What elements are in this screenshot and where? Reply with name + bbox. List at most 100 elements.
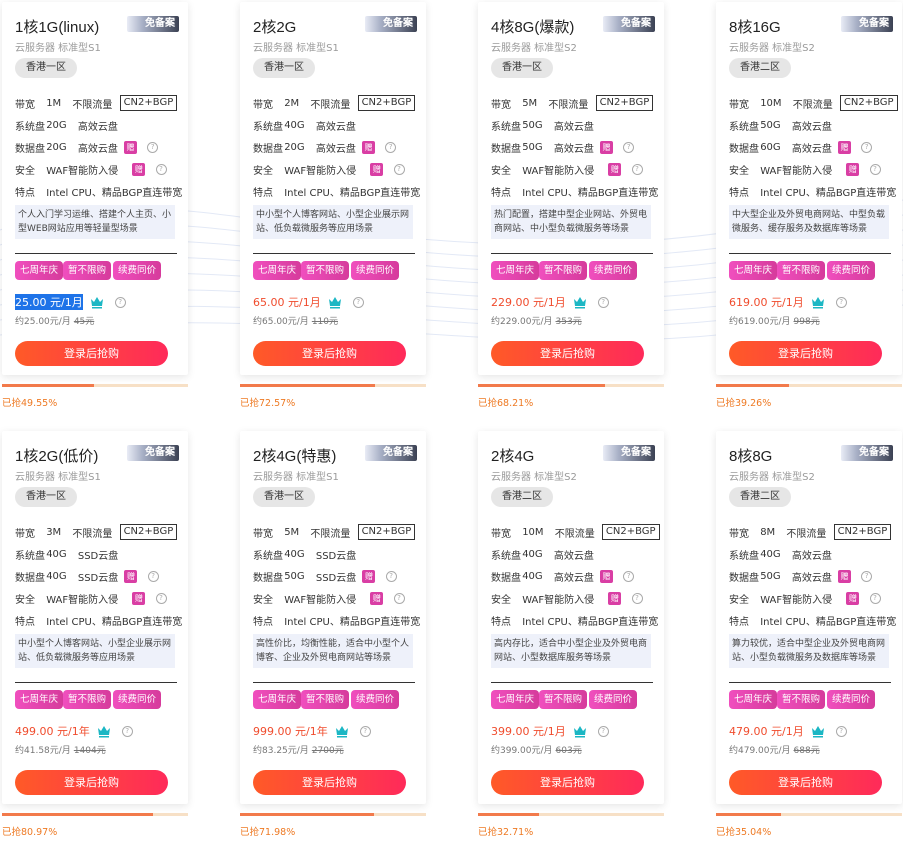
help-icon[interactable]: ?	[147, 571, 159, 582]
system-disk-size: 40G	[760, 549, 781, 560]
approx-monthly-price: 约479.00元/月 688元	[729, 743, 820, 756]
data-disk-size: 20G	[284, 142, 305, 153]
help-icon[interactable]: ?	[121, 725, 133, 737]
original-price: 1404元	[73, 746, 106, 756]
sold-percentage: 已抢80.97%	[2, 827, 58, 838]
help-icon[interactable]: ?	[835, 296, 847, 308]
no-filing-badge: 免备案	[127, 445, 179, 461]
sold-percentage: 已抢35.04%	[716, 827, 772, 838]
region-pill[interactable]: 香港一区	[15, 487, 77, 507]
security-row: 安全 WAF智能防入侵 赠 ?	[253, 591, 405, 607]
help-icon[interactable]: ?	[631, 593, 643, 604]
help-icon[interactable]: ?	[861, 142, 873, 153]
data-disk-label: 数据盘	[491, 573, 521, 584]
data-disk-size: 20G	[46, 142, 67, 153]
login-to-buy-button[interactable]: 登录后抢购	[15, 770, 168, 795]
data-disk-row: 数据盘 50G SSD云盘 赠 ?	[253, 569, 397, 585]
cn2-bgp-badge: CN2+BGP	[119, 95, 178, 111]
tag-unlimited-purchase: 暂不限购	[63, 690, 112, 709]
plan-card-cell: 4核8G(爆款) 免备案 云服务器 标准型S2 香港一区 带宽 5M 不限流量 …	[478, 2, 668, 409]
system-disk-type: 高效云盘	[553, 122, 594, 133]
login-to-buy-button[interactable]: 登录后抢购	[729, 770, 882, 795]
original-price: 353元	[555, 317, 582, 327]
login-to-buy-button[interactable]: 登录后抢购	[15, 341, 168, 366]
help-icon[interactable]: ?	[869, 593, 881, 604]
bandwidth-row: 带宽 5M 不限流量 CN2+BGP	[253, 524, 416, 540]
login-to-buy-button[interactable]: 登录后抢购	[253, 341, 406, 366]
plan-title: 8核16G	[729, 19, 781, 36]
help-icon[interactable]: ?	[861, 571, 873, 582]
sold-progress-fill	[716, 384, 789, 387]
system-disk-size: 40G	[46, 549, 67, 560]
help-icon[interactable]: ?	[155, 593, 167, 604]
help-icon[interactable]: ?	[869, 164, 881, 175]
plan-card-cell: 2核4G 免备案 云服务器 标准型S2 香港二区 带宽 10M 不限流量 CN2…	[478, 431, 668, 838]
approx-monthly-price: 约65.00元/月 110元	[253, 314, 338, 327]
help-icon[interactable]: ?	[623, 142, 635, 153]
system-disk-label: 系统盘	[729, 122, 759, 133]
login-to-buy-button[interactable]: 登录后抢购	[491, 770, 644, 795]
system-disk-size: 50G	[760, 120, 781, 131]
divider	[491, 682, 653, 683]
region-pill[interactable]: 香港一区	[491, 58, 553, 78]
tag-renew-same-price: 续费同价	[351, 690, 400, 709]
security-row: 安全 WAF智能防入侵 赠 ?	[491, 162, 643, 178]
region-pill[interactable]: 香港二区	[491, 487, 553, 507]
region-pill[interactable]: 香港一区	[253, 487, 315, 507]
region-pill[interactable]: 香港二区	[729, 58, 791, 78]
help-icon[interactable]: ?	[114, 296, 126, 308]
help-icon[interactable]: ?	[597, 725, 609, 737]
help-icon[interactable]: ?	[631, 164, 643, 175]
tag-unlimited-purchase: 暂不限购	[777, 690, 826, 709]
system-disk-label: 系统盘	[253, 551, 283, 562]
security-value: WAF智能防入侵	[760, 595, 833, 606]
sold-progress-fill	[240, 813, 374, 816]
system-disk-row: 系统盘 40G 高效云盘	[491, 547, 594, 563]
approx-price-text: 约25.00元/月	[15, 317, 71, 327]
price-text: 399.00 元/1月	[491, 725, 566, 738]
help-icon[interactable]: ?	[597, 296, 609, 308]
data-disk-label: 数据盘	[729, 573, 759, 584]
help-icon[interactable]: ?	[623, 571, 635, 582]
region-pill[interactable]: 香港二区	[729, 487, 791, 507]
login-to-buy-button[interactable]: 登录后抢购	[253, 770, 406, 795]
unlimited-traffic-text: 不限流量	[548, 99, 589, 111]
tag-unlimited-purchase: 暂不限购	[301, 690, 350, 709]
help-icon[interactable]: ?	[393, 164, 405, 175]
region-pill[interactable]: 香港一区	[15, 58, 77, 78]
help-icon[interactable]: ?	[385, 142, 397, 153]
approx-price-text: 约399.00元/月	[491, 746, 553, 756]
login-to-buy-button[interactable]: 登录后抢购	[729, 341, 882, 366]
data-disk-label: 数据盘	[253, 573, 283, 584]
region-pill[interactable]: 香港一区	[253, 58, 315, 78]
data-disk-type: 高效云盘	[553, 573, 594, 584]
data-disk-row: 数据盘 20G 高效云盘 赠 ?	[15, 140, 159, 156]
security-row: 安全 WAF智能防入侵 赠 ?	[15, 591, 167, 607]
security-label: 安全	[253, 166, 273, 177]
data-disk-row: 数据盘 40G SSD云盘 赠 ?	[15, 569, 159, 585]
login-to-buy-button[interactable]: 登录后抢购	[491, 341, 644, 366]
system-disk-row: 系统盘 40G 高效云盘	[729, 547, 832, 563]
help-icon[interactable]: ?	[352, 296, 364, 308]
bandwidth-value: 5M	[284, 526, 300, 538]
help-icon[interactable]: ?	[155, 164, 167, 175]
help-icon[interactable]: ?	[835, 725, 847, 737]
gift-badge: 赠	[838, 141, 852, 154]
data-disk-row: 数据盘 20G 高效云盘 赠 ?	[253, 140, 397, 156]
sold-progress-bar	[2, 384, 188, 387]
bandwidth-value: 10M	[760, 97, 782, 109]
plan-card: 8核8G 免备案 云服务器 标准型S2 香港二区 带宽 8M 不限流量 CN2+…	[716, 431, 902, 804]
help-icon[interactable]: ?	[147, 142, 159, 153]
feature-label: 特点	[253, 188, 273, 199]
feature-row: 特点 Intel CPU、精品BGP直连带宽	[729, 184, 896, 200]
data-disk-row: 数据盘 40G 高效云盘 赠 ?	[491, 569, 635, 585]
tag-anniversary: 七周年庆	[491, 261, 540, 280]
help-icon[interactable]: ?	[359, 725, 371, 737]
system-disk-row: 系统盘 50G 高效云盘	[729, 118, 832, 134]
sold-progress-bar	[240, 384, 426, 387]
plan-title: 1核1G(linux)	[15, 19, 100, 36]
original-price: 110元	[311, 317, 338, 327]
unlimited-traffic-text: 不限流量	[554, 528, 595, 540]
help-icon[interactable]: ?	[393, 593, 405, 604]
help-icon[interactable]: ?	[385, 571, 397, 582]
